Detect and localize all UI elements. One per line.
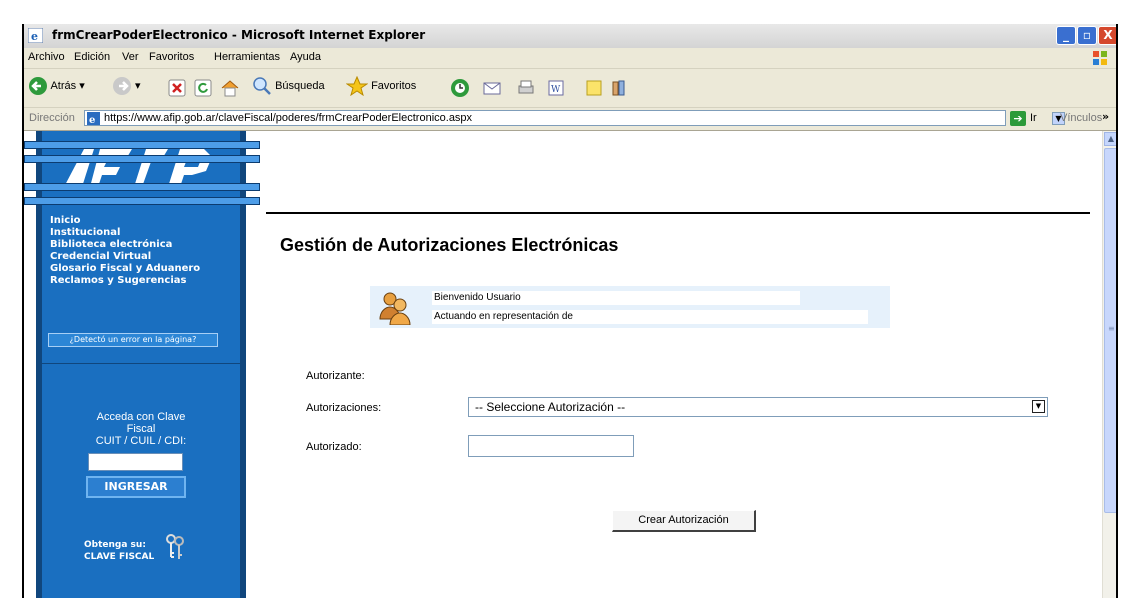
address-bar: Dirección e https://www.afip.gob.ar/clav… xyxy=(24,108,1116,131)
toolbar: Atrás ▾ ▾ Búsqueda Favoritos W xyxy=(24,69,1116,108)
menu-bar: Archivo Edición Ver Favoritos Herramient… xyxy=(24,48,1116,69)
chevron-down-icon[interactable]: ▼ xyxy=(1032,400,1045,413)
nav-credencial[interactable]: Credencial Virtual xyxy=(50,251,200,263)
maximize-button[interactable]: ▫ xyxy=(1077,26,1097,45)
windows-logo-icon xyxy=(1093,51,1107,65)
scroll-grip-icon: ≡ xyxy=(1108,324,1115,333)
logo-stripe xyxy=(24,197,260,205)
ie-icon: e xyxy=(28,28,43,43)
mail-icon[interactable] xyxy=(482,76,504,100)
go-label[interactable]: Ir xyxy=(1030,112,1037,124)
autorizante-label: Autorizante: xyxy=(306,370,365,382)
menu-herramientas[interactable]: Herramientas xyxy=(214,51,280,63)
logo-stripe xyxy=(24,155,260,163)
back-button[interactable]: Atrás ▾ xyxy=(28,76,85,100)
acting-text: Actuando en representación de xyxy=(432,310,868,324)
sidebar-nav: Inicio Institucional Biblioteca electrón… xyxy=(50,215,200,287)
select-value: -- Seleccione Autorización -- xyxy=(475,400,626,414)
home-icon[interactable] xyxy=(220,76,240,100)
address-input[interactable]: e https://www.afip.gob.ar/claveFiscal/po… xyxy=(84,110,1065,126)
links-label[interactable]: Vínculos xyxy=(1060,112,1102,124)
logo-stripe xyxy=(24,169,258,175)
users-icon xyxy=(379,292,411,325)
edit-word-icon[interactable]: W xyxy=(546,76,566,100)
svg-text:W: W xyxy=(551,85,561,95)
scroll-up-icon[interactable]: ▲ xyxy=(1104,132,1116,146)
stop-icon[interactable] xyxy=(168,76,186,100)
menu-ver[interactable]: Ver xyxy=(122,51,139,63)
vertical-scrollbar[interactable]: ▲ ≡ xyxy=(1102,131,1116,598)
menu-edicion[interactable]: Edición xyxy=(74,51,110,63)
nav-glosario[interactable]: Glosario Fiscal y Aduanero xyxy=(50,263,200,275)
notes-icon[interactable] xyxy=(584,76,604,100)
nav-institucional[interactable]: Institucional xyxy=(50,227,200,239)
forward-arrow-icon xyxy=(113,77,131,95)
crear-autorizacion-button[interactable]: Crear Autorización xyxy=(612,510,756,532)
welcome-panel: Bienvenido Usuario Actuando en represent… xyxy=(370,286,890,328)
forward-button[interactable]: ▾ xyxy=(112,76,141,100)
nav-reclamos[interactable]: Reclamos y Sugerencias xyxy=(50,275,200,287)
obtenga-line-1: Obtenga su: xyxy=(84,540,146,550)
autorizaciones-label: Autorizaciones: xyxy=(306,402,382,414)
minimize-button[interactable]: _ xyxy=(1056,26,1076,45)
sidebar-divider xyxy=(42,363,240,364)
star-icon xyxy=(345,75,369,97)
print-icon[interactable] xyxy=(516,76,536,100)
sidebar: Inicio Institucional Biblioteca electrón… xyxy=(24,131,260,598)
go-arrow-icon[interactable]: ➔ xyxy=(1010,111,1026,126)
browser-window: e frmCrearPoderElectronico - Microsoft I… xyxy=(22,24,1118,598)
login-prompt: Acceda con Clave Fiscal CUIT / CUIL / CD… xyxy=(42,411,240,447)
logo-stripe xyxy=(24,141,260,149)
svg-text:e: e xyxy=(89,115,95,125)
address-label: Dirección xyxy=(29,112,75,124)
login-line-3: CUIT / CUIL / CDI: xyxy=(95,435,187,447)
menu-ayuda[interactable]: Ayuda xyxy=(290,51,321,63)
svg-text:e: e xyxy=(31,30,38,43)
report-error-button[interactable]: ¿Detectó un error en la página? xyxy=(48,333,218,347)
cuit-input[interactable] xyxy=(88,453,183,471)
ingresar-button[interactable]: INGRESAR xyxy=(86,476,186,498)
refresh-icon[interactable] xyxy=(194,76,212,100)
welcome-text: Bienvenido Usuario xyxy=(432,291,800,305)
autorizado-label: Autorizado: xyxy=(306,441,362,453)
page-title: Gestión de Autorizaciones Electrónicas xyxy=(280,235,619,255)
links-chevron-icon[interactable]: » xyxy=(1102,110,1109,123)
menu-favoritos[interactable]: Favoritos xyxy=(149,51,194,63)
back-label: Atrás xyxy=(50,79,77,92)
autorizaciones-select[interactable]: -- Seleccione Autorización -- ▼ xyxy=(468,397,1048,417)
logo-stripe xyxy=(24,183,260,191)
history-icon[interactable] xyxy=(450,76,470,100)
obtenga-clave-link[interactable]: Obtenga su: CLAVE FISCAL xyxy=(84,539,154,563)
login-line-1: Acceda con Clave xyxy=(96,411,186,423)
obtenga-line-2: CLAVE FISCAL xyxy=(84,552,155,562)
keys-icon xyxy=(166,534,184,559)
research-icon[interactable] xyxy=(610,76,630,100)
nav-biblioteca[interactable]: Biblioteca electrónica xyxy=(50,239,200,251)
back-arrow-icon xyxy=(29,77,47,95)
search-label: Búsqueda xyxy=(275,79,325,92)
nav-inicio[interactable]: Inicio xyxy=(50,215,200,227)
header-rule xyxy=(266,212,1090,214)
login-line-2: Fiscal xyxy=(126,423,156,435)
favorites-button[interactable]: Favoritos xyxy=(345,75,417,100)
autorizado-input[interactable] xyxy=(468,435,634,457)
title-bar: e frmCrearPoderElectronico - Microsoft I… xyxy=(24,24,1116,49)
window-title: frmCrearPoderElectronico - Microsoft Int… xyxy=(52,28,426,42)
close-button[interactable]: X xyxy=(1098,26,1116,45)
page-icon: e xyxy=(87,112,100,125)
search-button[interactable]: Búsqueda xyxy=(252,76,325,100)
address-url: https://www.afip.gob.ar/claveFiscal/pode… xyxy=(104,112,473,124)
favorites-label: Favoritos xyxy=(371,79,417,92)
menu-archivo[interactable]: Archivo xyxy=(28,51,65,63)
search-icon xyxy=(253,77,271,95)
page-content: Inicio Institucional Biblioteca electrón… xyxy=(24,131,1102,598)
